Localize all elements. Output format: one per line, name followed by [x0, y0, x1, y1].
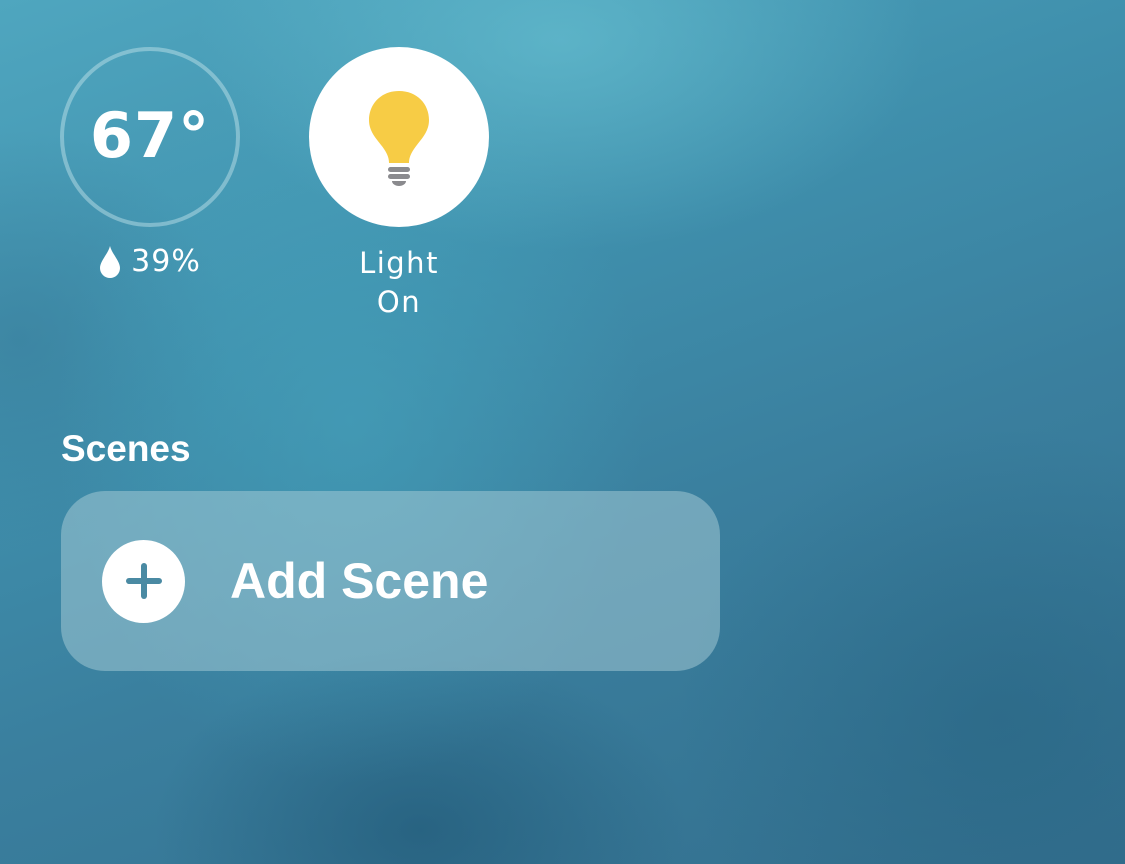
light-label: Light On	[309, 244, 489, 322]
light-status: On	[376, 285, 422, 319]
humidity-value: 39%	[131, 244, 201, 279]
plus-icon	[125, 563, 162, 599]
plus-circle	[102, 539, 185, 623]
light-bulb-icon	[369, 91, 429, 186]
humidity-readout: 39%	[60, 244, 240, 279]
add-scene-label: Add Scene	[230, 553, 489, 609]
temperature-value: 67°	[89, 98, 211, 172]
light-tile[interactable]	[309, 47, 489, 227]
add-scene-button[interactable]: Add Scene	[61, 491, 720, 671]
light-name: Light	[359, 246, 439, 280]
water-drop-icon	[100, 245, 121, 278]
thermostat-tile[interactable]: 67°	[60, 47, 240, 227]
scenes-title: Scenes	[61, 428, 191, 469]
